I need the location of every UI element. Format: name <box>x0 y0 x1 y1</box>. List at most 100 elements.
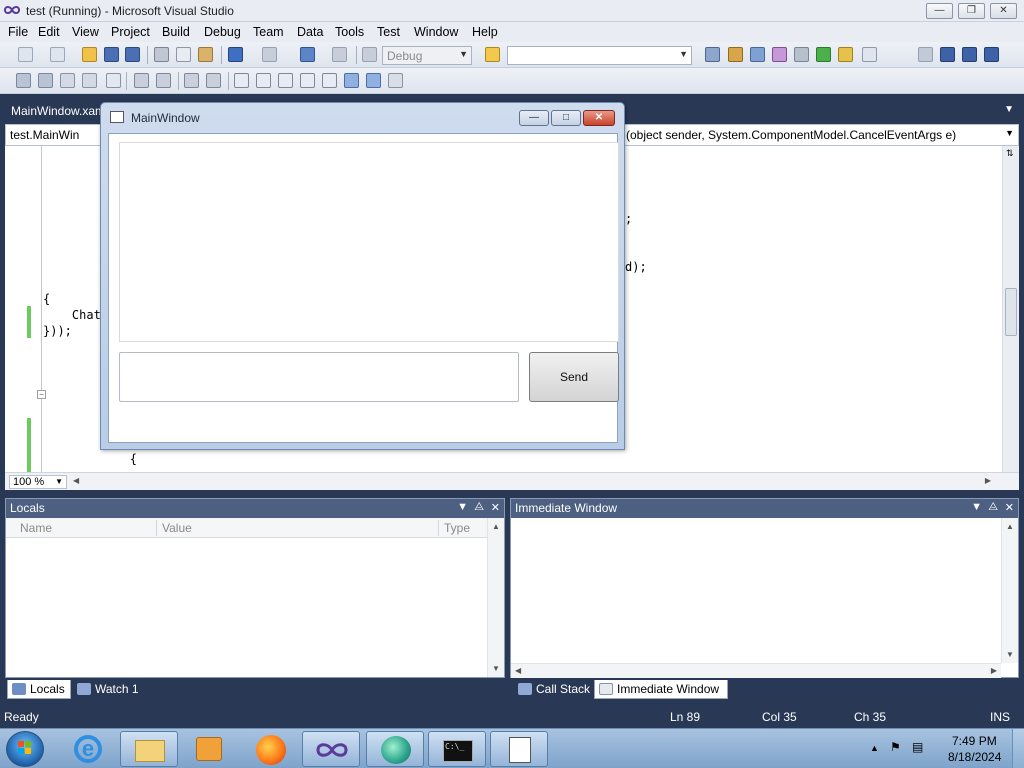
column-value[interactable]: Value <box>162 521 192 535</box>
close-icon[interactable]: ✕ <box>491 501 500 514</box>
previous-bookmark-doc-icon[interactable] <box>344 73 359 88</box>
solution-explorer-icon[interactable] <box>705 47 720 62</box>
redo-icon[interactable] <box>262 47 277 62</box>
media-player-taskbar-button[interactable] <box>180 731 238 767</box>
auto-hide-pin-icon[interactable]: ⨺ <box>988 501 998 514</box>
clock-date[interactable]: 8/18/2024 <box>948 750 1001 764</box>
menu-build[interactable]: Build <box>162 25 190 39</box>
save-icon[interactable] <box>104 47 119 62</box>
members-dropdown[interactable]: (object sender, System.ComponentModel.Ca… <box>626 128 956 142</box>
display-word-completion-icon[interactable] <box>106 73 121 88</box>
new-project-icon[interactable] <box>18 47 33 62</box>
next-bookmark-folder-icon[interactable] <box>322 73 337 88</box>
continue-icon[interactable] <box>918 47 933 62</box>
start-debugging-icon[interactable] <box>362 47 377 62</box>
copy-icon[interactable] <box>176 47 191 62</box>
menu-view[interactable]: View <box>72 25 99 39</box>
break-all-icon[interactable] <box>940 47 955 62</box>
team-explorer-icon[interactable] <box>838 47 853 62</box>
paste-icon[interactable] <box>198 47 213 62</box>
editor-vertical-scrollbar[interactable]: ⇅ <box>1002 146 1019 472</box>
stop-debugging-icon[interactable] <box>962 47 977 62</box>
open-file-icon[interactable] <box>82 47 97 62</box>
tab-immediate-window[interactable]: Immediate Window <box>594 680 728 699</box>
tools-icon[interactable] <box>794 47 809 62</box>
active-files-dropdown-icon[interactable]: ▼ <box>1004 104 1014 115</box>
tab-call-stack[interactable]: Call Stack <box>514 680 594 699</box>
cut-icon[interactable] <box>154 47 169 62</box>
zoom-select[interactable]: 100 % ▼ <box>9 475 67 489</box>
menu-test[interactable]: Test <box>377 25 400 39</box>
scroll-left-icon[interactable]: ◀ <box>515 666 521 675</box>
start-button[interactable] <box>6 731 44 767</box>
scroll-right-icon[interactable]: ▶ <box>985 476 991 485</box>
app-taskbar-button[interactable] <box>366 731 424 767</box>
scroll-thumb[interactable] <box>1005 288 1017 336</box>
locals-vertical-scrollbar[interactable]: ▲ ▼ <box>487 518 504 677</box>
menu-edit[interactable]: Edit <box>38 25 60 39</box>
menu-debug[interactable]: Debug <box>204 25 241 39</box>
command-prompt-taskbar-button[interactable]: C:\_ <box>428 731 486 767</box>
maximize-button[interactable]: □ <box>551 110 581 126</box>
find-in-files-icon[interactable] <box>485 47 500 62</box>
next-bookmark-icon[interactable] <box>278 73 293 88</box>
auto-hide-pin-icon[interactable]: ⨺ <box>474 501 484 514</box>
toggle-bookmark-icon[interactable] <box>234 73 249 88</box>
message-input[interactable] <box>119 352 519 402</box>
column-divider[interactable] <box>438 520 439 536</box>
complete-word-icon[interactable] <box>82 73 97 88</box>
object-browser-icon[interactable] <box>750 47 765 62</box>
action-center-flag-icon[interactable]: ⚑ <box>890 740 901 754</box>
firefox-taskbar-button[interactable] <box>242 731 300 767</box>
menu-file[interactable]: File <box>8 25 28 39</box>
split-handle-icon[interactable]: ⇅ <box>1006 148 1014 159</box>
clear-bookmarks-icon[interactable] <box>388 73 403 88</box>
scroll-right-icon[interactable]: ▶ <box>991 666 997 675</box>
window-layout-icon[interactable] <box>862 47 877 62</box>
increase-indent-icon[interactable] <box>156 73 171 88</box>
quick-info-icon[interactable] <box>60 73 75 88</box>
column-divider[interactable] <box>156 520 157 536</box>
clock-time[interactable]: 7:49 PM <box>952 734 997 748</box>
visual-studio-taskbar-button[interactable] <box>302 731 360 767</box>
parameter-info-icon[interactable] <box>38 73 53 88</box>
properties-icon[interactable] <box>728 47 743 62</box>
toolbox-icon[interactable] <box>772 47 787 62</box>
types-dropdown[interactable]: test.MainWin <box>10 128 79 142</box>
scroll-up-icon[interactable]: ▲ <box>1002 522 1018 531</box>
menu-data[interactable]: Data <box>297 25 323 39</box>
tab-locals[interactable]: Locals <box>7 680 71 699</box>
menu-help[interactable]: Help <box>472 25 498 39</box>
minimize-button[interactable]: — <box>926 3 953 19</box>
restart-icon[interactable] <box>984 47 999 62</box>
menu-tools[interactable]: Tools <box>335 25 364 39</box>
add-item-icon[interactable] <box>50 47 65 62</box>
immediate-horizontal-scrollbar[interactable]: ◀ ▶ <box>511 663 1001 678</box>
close-button[interactable]: ✕ <box>990 3 1017 19</box>
save-all-icon[interactable] <box>125 47 140 62</box>
scroll-left-icon[interactable]: ◀ <box>73 476 79 485</box>
navigate-forward-icon[interactable] <box>332 47 347 62</box>
send-button[interactable]: Send <box>529 352 619 402</box>
comment-out-icon[interactable] <box>184 73 199 88</box>
undo-icon[interactable] <box>228 47 243 62</box>
show-hidden-icons-icon[interactable]: ▲ <box>870 743 879 753</box>
decrease-indent-icon[interactable] <box>134 73 149 88</box>
collapse-outline-icon[interactable]: − <box>37 390 46 399</box>
chevron-down-icon[interactable]: ▼ <box>1005 128 1014 138</box>
tab-watch-1[interactable]: Watch 1 <box>73 680 143 699</box>
close-button[interactable]: ✕ <box>583 110 615 126</box>
document-tab[interactable]: MainWindow.xam <box>5 100 111 122</box>
column-type[interactable]: Type <box>444 521 470 535</box>
immediate-vertical-scrollbar[interactable]: ▲ ▼ <box>1001 518 1018 663</box>
network-icon[interactable]: ▤ <box>912 740 923 754</box>
immediate-text-area[interactable] <box>511 518 1001 663</box>
minimize-button[interactable]: — <box>519 110 549 126</box>
menu-project[interactable]: Project <box>111 25 150 39</box>
show-desktop-button[interactable] <box>1012 729 1024 768</box>
window-position-dropdown-icon[interactable]: ▼ <box>457 501 468 513</box>
previous-bookmark-icon[interactable] <box>256 73 271 88</box>
menu-team[interactable]: Team <box>253 25 284 39</box>
restore-button[interactable]: ❐ <box>958 3 985 19</box>
window-position-dropdown-icon[interactable]: ▼ <box>971 501 982 513</box>
